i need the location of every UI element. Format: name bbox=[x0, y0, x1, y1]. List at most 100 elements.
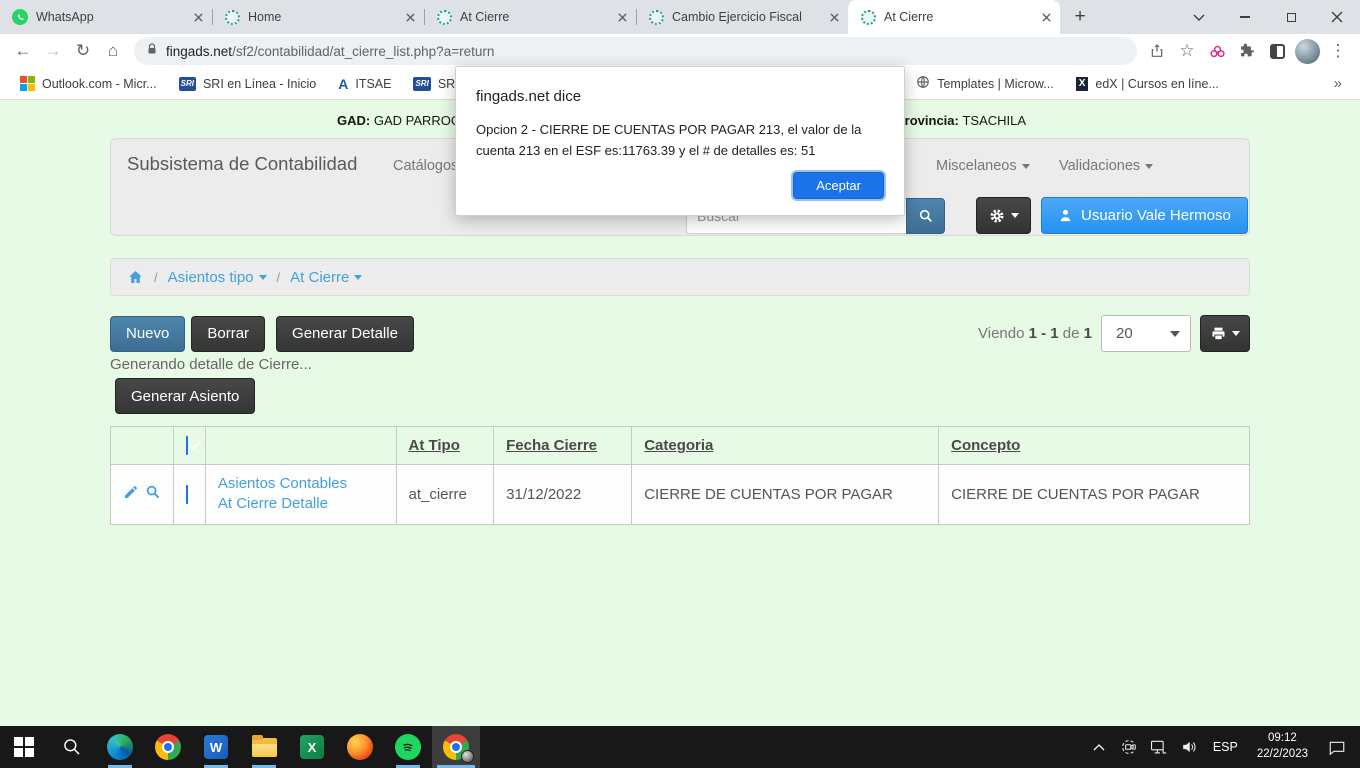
clock[interactable]: 09:1222/2/2023 bbox=[1249, 731, 1316, 762]
taskbar-search-button[interactable] bbox=[48, 726, 96, 768]
fingads-favicon bbox=[224, 9, 240, 25]
microsoft-icon bbox=[20, 76, 35, 91]
chevron-down-icon bbox=[1145, 164, 1153, 169]
split-screen-extension-icon[interactable] bbox=[1263, 36, 1291, 66]
edit-icon[interactable] bbox=[123, 484, 139, 504]
generar-detalle-button[interactable]: Generar Detalle bbox=[276, 316, 414, 352]
taskbar: W X ESP 09:1222/2/2023 bbox=[0, 726, 1360, 768]
breadcrumb-separator: / bbox=[277, 270, 281, 285]
maximize-button[interactable] bbox=[1268, 0, 1314, 34]
cell-concepto: CIERRE DE CUENTAS POR PAGAR bbox=[939, 465, 1250, 525]
url-input[interactable]: fingads.net/sf2/contabilidad/at_cierre_l… bbox=[134, 37, 1137, 65]
minimize-button[interactable] bbox=[1222, 0, 1268, 34]
bookmark-sri-inicio[interactable]: SRI SRI en Línea - Inicio bbox=[171, 74, 325, 94]
action-center-icon[interactable] bbox=[1320, 726, 1354, 768]
whatsapp-icon bbox=[12, 9, 28, 25]
tab-close-icon[interactable] bbox=[826, 9, 842, 25]
tab-close-icon[interactable] bbox=[402, 9, 418, 25]
cell-at-tipo: at_cierre bbox=[396, 465, 494, 525]
settings-button[interactable] bbox=[976, 197, 1031, 234]
row-detail-link[interactable]: Asientos ContablesAt Cierre Detalle bbox=[218, 475, 347, 512]
col-categoria[interactable]: Categoria bbox=[632, 427, 939, 465]
system-tray: ESP 09:1222/2/2023 bbox=[1086, 726, 1360, 768]
breadcrumb-asientos-tipo[interactable]: Asientos tipo bbox=[168, 269, 267, 286]
gear-icon bbox=[989, 208, 1005, 224]
back-icon[interactable]: ← bbox=[8, 36, 38, 66]
view-icon[interactable] bbox=[145, 484, 161, 504]
bookmark-star-icon[interactable]: ☆ bbox=[1173, 36, 1201, 66]
breadcrumb-home[interactable] bbox=[127, 269, 144, 285]
bookmarks-overflow-icon[interactable]: » bbox=[1334, 75, 1348, 92]
pink-extension-icon[interactable] bbox=[1203, 36, 1231, 66]
start-button[interactable] bbox=[0, 726, 48, 768]
volume-icon[interactable] bbox=[1176, 726, 1202, 768]
tab-close-icon[interactable] bbox=[1038, 9, 1054, 25]
fingads-favicon bbox=[436, 9, 452, 25]
row-checkbox[interactable] bbox=[186, 485, 188, 504]
cell-fecha-cierre: 31/12/2022 bbox=[494, 465, 632, 525]
reload-icon[interactable]: ↻ bbox=[68, 36, 98, 66]
col-fecha-cierre[interactable]: Fecha Cierre bbox=[494, 427, 632, 465]
tab-at-cierre-1[interactable]: At Cierre bbox=[424, 0, 636, 34]
breadcrumb-at-cierre[interactable]: At Cierre bbox=[290, 269, 362, 286]
col-at-tipo[interactable]: At Tipo bbox=[396, 427, 494, 465]
print-button[interactable] bbox=[1200, 315, 1250, 352]
col-concepto[interactable]: Concepto bbox=[939, 427, 1250, 465]
taskbar-firefox-button[interactable] bbox=[336, 726, 384, 768]
breadcrumb: / Asientos tipo / At Cierre bbox=[110, 258, 1250, 296]
itsae-icon: A bbox=[338, 77, 348, 91]
sri-icon: SRI bbox=[413, 77, 430, 91]
word-icon: W bbox=[204, 735, 228, 759]
taskbar-edge-button[interactable] bbox=[96, 726, 144, 768]
tray-chevron-up-icon[interactable] bbox=[1086, 726, 1112, 768]
borrar-button[interactable]: Borrar bbox=[191, 316, 265, 352]
page-size-select[interactable]: 20 bbox=[1101, 315, 1191, 352]
meet-now-icon[interactable] bbox=[1116, 726, 1142, 768]
tab-close-icon[interactable] bbox=[614, 9, 630, 25]
taskbar-chrome-button[interactable] bbox=[144, 726, 192, 768]
extensions-puzzle-icon[interactable] bbox=[1233, 36, 1261, 66]
tab-search-chevron-icon[interactable] bbox=[1176, 0, 1222, 34]
tab-cambio-ejercicio[interactable]: Cambio Ejercicio Fiscal bbox=[636, 0, 848, 34]
tab-home[interactable]: Home bbox=[212, 0, 424, 34]
browser-menu-icon[interactable]: ⋮ bbox=[1324, 36, 1352, 66]
tab-at-cierre-active[interactable]: At Cierre bbox=[848, 0, 1060, 34]
language-indicator[interactable]: ESP bbox=[1206, 740, 1245, 754]
network-icon[interactable] bbox=[1146, 726, 1172, 768]
chevron-down-icon bbox=[1022, 164, 1030, 169]
bookmark-outlook[interactable]: Outlook.com - Micr... bbox=[12, 73, 165, 94]
address-bar-actions: ☆ ⋮ bbox=[1143, 36, 1352, 66]
taskbar-chrome-profile-button[interactable] bbox=[432, 726, 480, 768]
forward-icon[interactable]: → bbox=[38, 36, 68, 66]
tab-title: WhatsApp bbox=[36, 10, 182, 24]
new-tab-button[interactable]: + bbox=[1066, 3, 1094, 31]
taskbar-explorer-button[interactable] bbox=[240, 726, 288, 768]
accept-button[interactable]: Aceptar bbox=[793, 172, 884, 199]
alert-title: fingads.net dice bbox=[476, 88, 884, 105]
bookmark-itsae[interactable]: A ITSAE bbox=[330, 74, 399, 94]
paging-status: Viendo 1 - 1 de 1 bbox=[978, 325, 1092, 342]
records-table: At Tipo Fecha Cierre Categoria Concepto bbox=[110, 426, 1250, 525]
taskbar-word-button[interactable]: W bbox=[192, 726, 240, 768]
taskbar-spotify-button[interactable] bbox=[384, 726, 432, 768]
paging-controls: Viendo 1 - 1 de 1 20 bbox=[978, 315, 1250, 352]
menu-miscelaneos[interactable]: Miscelaneos bbox=[936, 158, 1030, 174]
taskbar-excel-button[interactable]: X bbox=[288, 726, 336, 768]
bookmark-templates[interactable]: Templates | Microw... bbox=[908, 72, 1061, 95]
user-menu-button[interactable]: Usuario Vale Hermoso bbox=[1041, 197, 1248, 234]
profile-avatar[interactable] bbox=[1295, 39, 1320, 64]
tab-whatsapp[interactable]: WhatsApp bbox=[0, 0, 212, 34]
alert-dialog: fingads.net dice Opcion 2 - CIERRE DE CU… bbox=[455, 66, 905, 216]
generar-asiento-button[interactable]: Generar Asiento bbox=[115, 378, 255, 414]
select-all-checkbox[interactable] bbox=[186, 436, 188, 455]
tab-close-icon[interactable] bbox=[190, 9, 206, 25]
menu-catalogos[interactable]: Catálogos bbox=[393, 158, 458, 174]
bookmark-edx[interactable]: X edX | Cursos en líne... bbox=[1068, 74, 1227, 94]
browser-home-icon[interactable]: ⌂ bbox=[98, 36, 128, 66]
nuevo-button[interactable]: Nuevo bbox=[110, 316, 185, 352]
menu-validaciones[interactable]: Validaciones bbox=[1059, 158, 1153, 174]
search-button[interactable] bbox=[906, 198, 945, 234]
close-window-button[interactable] bbox=[1314, 0, 1360, 34]
share-icon[interactable] bbox=[1143, 36, 1171, 66]
name-header bbox=[205, 427, 396, 465]
